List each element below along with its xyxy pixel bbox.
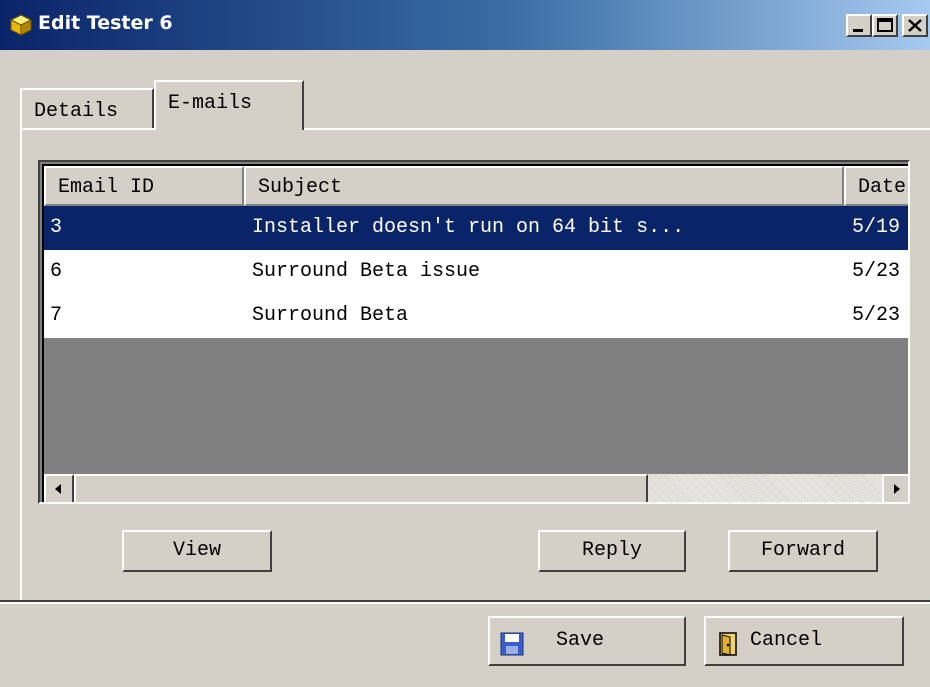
door-exit-icon: [716, 629, 740, 656]
cancel-label: Cancel: [750, 629, 823, 652]
tab-emails-label: E-mails: [168, 92, 253, 115]
arrow-left-icon: [55, 484, 61, 494]
date-cell: 5/23: [852, 260, 901, 283]
date-cell: 5/23: [852, 304, 901, 327]
maximize-icon: [877, 18, 893, 32]
list-header: Email ID Subject Date: [44, 166, 908, 206]
minimize-button[interactable]: [846, 14, 872, 37]
email-id-cell: 6: [50, 260, 63, 283]
save-button[interactable]: Save: [488, 616, 686, 666]
scroll-left-button[interactable]: [44, 474, 74, 502]
view-button[interactable]: View: [122, 530, 272, 572]
minimize-icon: [853, 29, 863, 32]
tab-details-label: Details: [34, 100, 119, 123]
column-header-email-id[interactable]: Email ID: [44, 166, 244, 206]
table-row[interactable]: 7 Surround Beta 5/23: [44, 294, 908, 338]
window-title: Edit Tester 6: [38, 12, 173, 34]
subject-cell: Surround Beta issue: [252, 260, 481, 283]
close-button[interactable]: [902, 14, 928, 37]
column-header-subject[interactable]: Subject: [244, 166, 844, 206]
tab-details[interactable]: Details: [20, 88, 154, 128]
panel-divider-highlight: [0, 602, 930, 604]
subject-cell: Installer doesn't run on 64 bit s...: [252, 216, 685, 239]
save-label: Save: [556, 629, 605, 652]
table-row[interactable]: 6 Surround Beta issue 5/23: [44, 250, 908, 294]
date-cell: 5/19: [852, 216, 901, 239]
email-list[interactable]: Email ID Subject Date 3 Installer doesn'…: [38, 160, 910, 504]
email-id-cell: 7: [50, 304, 63, 327]
maximize-button[interactable]: [872, 14, 898, 37]
email-id-cell: 3: [50, 216, 63, 239]
column-header-date[interactable]: Date: [844, 166, 908, 206]
reply-button[interactable]: Reply: [538, 530, 686, 572]
horizontal-scrollbar[interactable]: [44, 474, 908, 502]
tab-emails[interactable]: E-mails: [154, 80, 304, 130]
yellow-cube-icon: [9, 14, 33, 36]
floppy-disk-icon: [500, 629, 524, 656]
arrow-right-icon: [894, 484, 900, 494]
title-bar[interactable]: Edit Tester 6: [0, 0, 930, 50]
close-icon: [908, 19, 922, 32]
forward-button[interactable]: Forward: [728, 530, 878, 572]
cancel-button[interactable]: Cancel: [704, 616, 904, 666]
scroll-right-button[interactable]: [882, 474, 908, 502]
subject-cell: Surround Beta: [252, 304, 409, 327]
table-row[interactable]: 3 Installer doesn't run on 64 bit s... 5…: [44, 206, 908, 250]
scroll-thumb[interactable]: [74, 474, 648, 502]
